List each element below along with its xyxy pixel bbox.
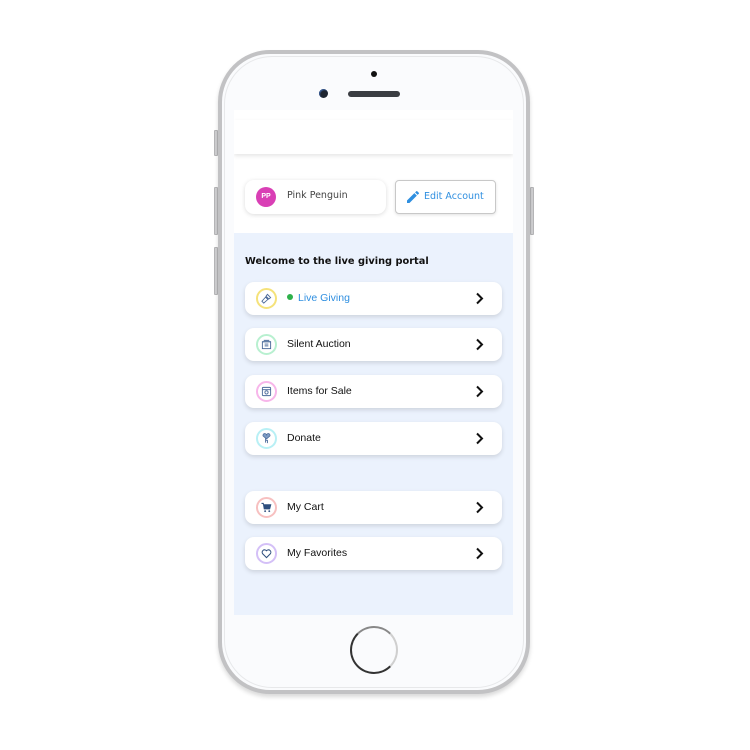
chevron-right-icon: [476, 385, 484, 398]
edit-account-button[interactable]: Edit Account: [395, 180, 496, 214]
front-camera: [319, 89, 328, 98]
menu-item-live-giving[interactable]: Live Giving: [245, 282, 502, 315]
cart-icon: [256, 497, 277, 518]
menu-item-items-for-sale[interactable]: Items for Sale: [245, 375, 502, 408]
heart-icon: [256, 543, 277, 564]
menu-item-label: Silent Auction: [287, 338, 351, 350]
avatar: PP: [256, 187, 276, 207]
microphone-icon: [256, 288, 277, 309]
pencil-icon: [407, 190, 420, 203]
auction-icon: [256, 334, 277, 355]
menu-item-label: Items for Sale: [287, 385, 352, 397]
proximity-sensor: [371, 71, 377, 77]
store-icon: [256, 381, 277, 402]
home-button[interactable]: [350, 626, 398, 674]
menu-item-label: My Favorites: [287, 547, 348, 559]
menu-item-label: My Cart: [287, 501, 324, 513]
chevron-right-icon: [476, 547, 484, 560]
menu-item-silent-auction[interactable]: Silent Auction: [245, 328, 502, 361]
chevron-right-icon: [476, 338, 484, 351]
donate-heart-icon: [256, 428, 277, 449]
portal-section: Welcome to the live giving portal Live G…: [234, 233, 513, 615]
welcome-heading: Welcome to the live giving portal: [245, 256, 429, 267]
chevron-right-icon: [476, 292, 484, 305]
profile-chip[interactable]: PP Pink Penguin: [245, 180, 386, 214]
app-screen: PP Pink Penguin Edit Account Welcome to …: [234, 110, 513, 615]
profile-name: Pink Penguin: [287, 190, 348, 201]
menu-item-label: Live Giving: [287, 292, 350, 304]
top-bar: [234, 120, 513, 154]
edit-account-label: Edit Account: [424, 191, 484, 202]
chevron-right-icon: [476, 501, 484, 514]
menu-item-donate[interactable]: Donate: [245, 422, 502, 455]
earpiece-speaker: [348, 91, 400, 97]
menu-item-label: Donate: [287, 432, 321, 444]
chevron-right-icon: [476, 432, 484, 445]
menu-item-my-cart[interactable]: My Cart: [245, 491, 502, 524]
menu-item-my-favorites[interactable]: My Favorites: [245, 537, 502, 570]
live-status-dot: [287, 294, 293, 300]
power-button: [530, 187, 534, 235]
